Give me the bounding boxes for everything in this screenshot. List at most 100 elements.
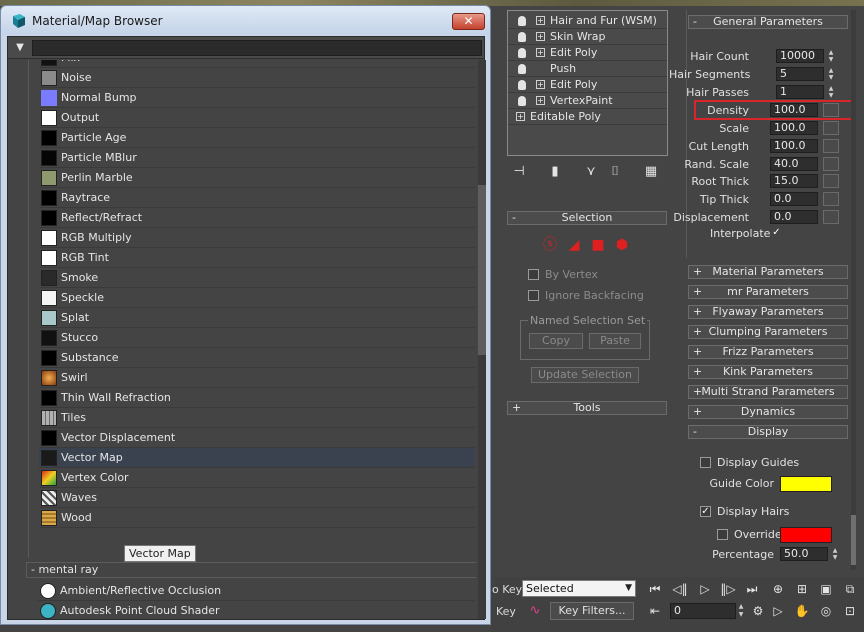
override-color-swatch[interactable]: [780, 527, 832, 543]
paste-button[interactable]: Paste: [589, 333, 641, 349]
display-guides-row[interactable]: Display Guides: [700, 456, 810, 470]
modifier-stack[interactable]: + Hair and Fur (WSM) + Skin Wrap + Edit Poly P…: [507, 10, 668, 156]
light-bulb-icon[interactable]: [518, 64, 526, 74]
expand-plus-icon[interactable]: +: [536, 96, 545, 105]
stack-item[interactable]: + Hair and Fur (WSM): [508, 13, 667, 29]
spinner-arrows-icon[interactable]: ▲▼: [737, 603, 745, 619]
ignore-backfacing-checkbox[interactable]: [528, 290, 539, 301]
face-icon[interactable]: ■: [589, 236, 607, 254]
param-spinner[interactable]: 5 ▲ ▼: [776, 67, 836, 81]
update-selection-button[interactable]: Update Selection: [531, 367, 639, 383]
make-unique-icon[interactable]: ⋎: [581, 162, 601, 182]
guide-color-swatch[interactable]: [780, 476, 832, 492]
browser-scrollbar[interactable]: [478, 60, 486, 619]
list-item[interactable]: Ambient/Reflective Occlusion: [38, 581, 474, 601]
param-value[interactable]: 5: [776, 67, 824, 81]
param-spinner[interactable]: 0.0▲▼: [770, 210, 830, 224]
map-slot-button[interactable]: [823, 139, 839, 153]
light-bulb-icon[interactable]: [518, 16, 526, 26]
show-end-result-icon[interactable]: ▮: [545, 162, 565, 182]
map-slot-button[interactable]: [823, 210, 839, 224]
rollout-header[interactable]: + mr Parameters: [688, 285, 848, 299]
expand-plus-icon[interactable]: +: [536, 48, 545, 57]
set-key-label[interactable]: o Key: [492, 583, 522, 596]
display-hairs-row[interactable]: ✓ Display Hairs: [700, 505, 810, 519]
param-spinner[interactable]: 1 ▲ ▼: [776, 85, 836, 99]
light-bulb-icon[interactable]: [518, 80, 526, 90]
expand-plus-icon[interactable]: +: [536, 16, 545, 25]
element-icon[interactable]: ⬢: [613, 236, 631, 254]
param-spinner[interactable]: 10000 ▲ ▼: [776, 49, 836, 63]
rollout-header[interactable]: + Clumping Parameters: [688, 325, 848, 339]
copy-button[interactable]: Copy: [529, 333, 583, 349]
list-item[interactable]: Particle Age: [39, 128, 475, 148]
current-frame-field[interactable]: 0: [670, 603, 736, 619]
list-item[interactable]: Thin Wall Refraction: [39, 388, 475, 408]
zoom-all-icon[interactable]: ⊞: [792, 579, 812, 599]
remove-modifier-icon[interactable]: ⌷: [605, 162, 625, 182]
field-of-view-icon[interactable]: ▷: [768, 601, 788, 621]
list-item[interactable]: Substance: [39, 348, 475, 368]
time-configuration-icon[interactable]: ⚙: [748, 601, 768, 621]
rollout-header[interactable]: + Multi Strand Parameters: [688, 385, 848, 399]
list-item[interactable]: Autodesk Point Cloud Shader: [38, 601, 474, 619]
override-checkbox[interactable]: [717, 529, 728, 540]
param-value[interactable]: 10000: [776, 49, 824, 63]
rollout-header[interactable]: + Material Parameters: [688, 265, 848, 279]
selection-rollout-header[interactable]: - Selection: [507, 211, 667, 225]
spinner-arrows-icon[interactable]: ▲▼: [826, 49, 836, 63]
stack-item[interactable]: + VertexPaint: [508, 93, 667, 109]
rollout-header[interactable]: + Kink Parameters: [688, 365, 848, 379]
list-item[interactable]: Particle MBlur: [39, 148, 475, 168]
vertex-icon[interactable]: ⓢ: [541, 236, 559, 254]
param-value[interactable]: 1: [776, 85, 824, 99]
list-item[interactable]: Stucco: [39, 328, 475, 348]
map-slot-button[interactable]: [823, 192, 839, 206]
list-item[interactable]: Vertex Color: [39, 468, 475, 488]
by-vertex-checkbox[interactable]: [528, 269, 539, 280]
list-item[interactable]: Vector Displacement: [39, 428, 475, 448]
list-item[interactable]: Normal Bump: [39, 88, 475, 108]
list-item[interactable]: Waves: [39, 488, 475, 508]
display-hairs-checkbox[interactable]: ✓: [700, 506, 711, 517]
param-spinner[interactable]: 100.0▲▼: [770, 139, 830, 153]
map-slot-button[interactable]: [823, 157, 839, 171]
map-slot-button[interactable]: [823, 174, 839, 188]
go-to-start-icon[interactable]: ⏮: [645, 579, 665, 599]
list-item[interactable]: Swirl: [39, 368, 475, 388]
next-frame-icon[interactable]: ‖▷: [718, 579, 738, 599]
interpolate-checkbox[interactable]: ✓: [771, 228, 782, 239]
param-value[interactable]: 40.0: [770, 157, 818, 171]
search-input[interactable]: [32, 40, 482, 56]
pan-hand-icon[interactable]: ✋: [792, 601, 812, 621]
list-item[interactable]: Tiles: [39, 408, 475, 428]
percentage-value[interactable]: 50.0: [780, 547, 828, 561]
param-spinner[interactable]: 100.0▲▼: [770, 121, 830, 135]
light-bulb-icon[interactable]: [518, 96, 526, 106]
stack-item[interactable]: + Edit Poly: [508, 77, 667, 93]
configure-sets-icon[interactable]: ▦: [641, 162, 661, 182]
spinner-arrows-icon[interactable]: ▲▼: [826, 67, 836, 81]
key-mode-toggle-icon[interactable]: ⇤: [645, 601, 665, 621]
spinner-arrows-icon[interactable]: ▲▼: [826, 85, 836, 99]
stack-item[interactable]: + Edit Poly: [508, 45, 667, 61]
light-bulb-icon[interactable]: [518, 48, 526, 58]
stack-item[interactable]: + Skin Wrap: [508, 29, 667, 45]
list-item[interactable]: Wood: [39, 508, 475, 528]
zoom-extents-icon[interactable]: ▣: [816, 579, 836, 599]
key-label[interactable]: Key: [496, 605, 516, 618]
spinner-arrows-icon[interactable]: ▲▼: [830, 547, 840, 561]
segment-icon[interactable]: ◢: [565, 236, 583, 254]
rollout-header[interactable]: + Dynamics: [688, 405, 848, 419]
param-value[interactable]: 15.0: [770, 174, 818, 188]
orbit-icon[interactable]: ◎: [816, 601, 836, 621]
go-to-end-icon[interactable]: ⏭: [742, 579, 762, 599]
param-value[interactable]: 100.0: [770, 139, 818, 153]
list-item[interactable]: Perlin Marble: [39, 168, 475, 188]
list-item[interactable]: Noise: [39, 68, 475, 88]
command-panel-scrollbar[interactable]: [851, 10, 856, 570]
map-slot-button[interactable]: [823, 121, 839, 135]
scrollbar-thumb[interactable]: [478, 185, 486, 355]
list-item[interactable]: RGB Tint: [39, 248, 475, 268]
list-item[interactable]: Splat: [39, 308, 475, 328]
